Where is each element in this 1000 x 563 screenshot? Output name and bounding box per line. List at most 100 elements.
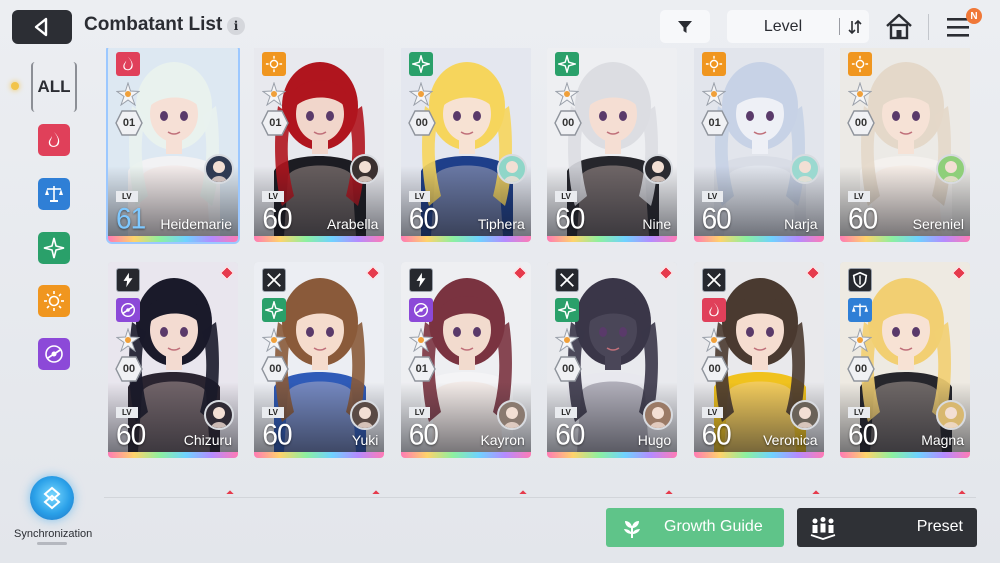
rank-value: 00 — [122, 363, 136, 375]
rank-badge: 00 — [847, 356, 875, 382]
rank-badge: 00 — [700, 356, 729, 382]
combatant-grid: 01 LV 61 Heidemarie 01 LV 60 Arabella 00… — [104, 48, 976, 494]
lightning-class-icon — [116, 268, 140, 292]
wind-element-icon — [262, 298, 287, 322]
wind-element-icon — [555, 52, 580, 76]
level-tag: LV — [555, 191, 577, 202]
vortex-element-icon — [45, 345, 63, 363]
combatant-card[interactable]: 00 LV 60 Magna — [840, 262, 970, 458]
combatant-card[interactable]: 00 LV 60 Sereniel — [840, 48, 970, 242]
synchronization-button[interactable]: Synchronization — [14, 470, 93, 554]
back-button[interactable] — [12, 10, 72, 44]
filter-icon — [678, 20, 692, 33]
fire-element-icon — [701, 298, 726, 322]
star-icon — [408, 82, 433, 106]
notification-badge: N — [966, 8, 982, 24]
level-tag: LV — [262, 191, 285, 202]
level-value: 60 — [408, 202, 439, 235]
partner-avatar — [204, 154, 234, 184]
sort-order-icon — [848, 19, 862, 34]
filter-all-button[interactable]: ALL — [31, 62, 77, 112]
rarity-bar — [400, 452, 531, 458]
combatant-card[interactable]: 01 LV 60 Kayron — [400, 262, 531, 458]
sync-orb — [30, 476, 74, 520]
filter-order-button[interactable] — [38, 178, 70, 210]
level-tag: LV — [701, 191, 724, 202]
rarity-bar — [547, 452, 678, 458]
partner-avatar — [936, 154, 966, 184]
level-value: 60 — [701, 202, 732, 235]
rarity-bar — [693, 236, 824, 242]
star-icon — [701, 82, 726, 106]
filter-void-button[interactable] — [38, 338, 70, 370]
sort-divider — [839, 18, 840, 35]
combatant-card[interactable]: 00 LV 60 Nine — [547, 48, 678, 242]
level-value: 60 — [848, 202, 878, 235]
partner-avatar — [643, 400, 674, 430]
next-row-indicator-icon — [956, 490, 968, 494]
combatant-card[interactable]: 00 LV 60 Hugo — [547, 262, 678, 458]
sync-label: Synchronization — [14, 528, 93, 540]
rarity-bar — [840, 236, 970, 242]
sync-sublabel-bar — [14, 542, 90, 546]
rarity-bar — [108, 236, 238, 242]
next-row-indicator-icon — [809, 490, 822, 494]
level-value: 60 — [555, 418, 585, 451]
preset-label: Preset — [916, 518, 963, 535]
partner-avatar — [643, 154, 674, 184]
star-icon — [262, 82, 287, 106]
rarity-bar — [254, 452, 385, 458]
rank-badge: 00 — [115, 356, 143, 382]
rank-value: 00 — [269, 363, 282, 375]
filter-wind-button[interactable] — [38, 232, 70, 264]
preset-button[interactable]: Preset — [797, 508, 977, 547]
combatant-card[interactable]: 00 LV 60 Veronica — [693, 262, 824, 458]
sync-icon — [43, 486, 61, 510]
home-button[interactable] — [882, 10, 916, 44]
level-value: 60 — [262, 202, 292, 235]
combatant-name: Sereniel — [912, 216, 964, 232]
sort-order-toggle[interactable] — [841, 10, 869, 43]
level-tag: LV — [116, 407, 138, 418]
rank-value: 01 — [269, 117, 282, 129]
rarity-bar — [693, 452, 824, 458]
next-row-indicator-icon — [370, 490, 383, 494]
swords-class-icon — [262, 268, 287, 292]
order-element-icon — [848, 298, 872, 322]
combatant-card[interactable]: 01 LV 61 Heidemarie — [108, 48, 238, 242]
sort-dropdown[interactable]: Level — [727, 10, 869, 43]
partner-avatar — [789, 400, 820, 430]
level-value: 60 — [116, 418, 146, 451]
growth-guide-label: Growth Guide — [664, 518, 763, 535]
light-element-icon — [262, 52, 287, 76]
void-element-icon — [116, 298, 140, 322]
rank-badge: 00 — [408, 110, 436, 136]
grid-bottom-divider — [104, 497, 976, 498]
combatant-card[interactable]: 00 LV 60 Chizuru — [108, 262, 238, 458]
growth-guide-button[interactable]: Growth Guide — [606, 508, 784, 547]
star-icon — [408, 328, 433, 352]
info-icon[interactable]: i — [227, 17, 245, 35]
rank-badge: 00 — [554, 110, 582, 136]
combatant-name: Magna — [921, 432, 964, 448]
combatant-card[interactable]: 01 LV 60 Arabella — [254, 48, 385, 242]
level-value: 60 — [701, 418, 732, 451]
rank-badge: 01 — [115, 110, 143, 136]
filter-fire-button[interactable] — [38, 124, 70, 156]
page-title: Combatant List — [84, 14, 223, 35]
combatant-card[interactable]: 00 LV 60 Yuki — [254, 262, 385, 458]
level-tag: LV — [848, 407, 870, 418]
level-tag: LV — [408, 407, 431, 418]
filter-light-button[interactable] — [38, 285, 70, 317]
filter-button[interactable] — [660, 10, 710, 43]
next-row-indicator-icon — [517, 490, 529, 494]
partner-avatar — [496, 400, 527, 430]
combatant-card[interactable]: 00 LV 60 Tiphera — [400, 48, 531, 242]
combatant-card[interactable]: 01 LV 60 Narja — [693, 48, 824, 242]
swords-class-icon — [701, 268, 726, 292]
star-icon — [116, 82, 140, 106]
combatant-name: Chizuru — [183, 432, 232, 448]
scales-element-icon — [45, 186, 63, 202]
rank-value: 01 — [708, 117, 721, 129]
fire-element-icon — [116, 52, 140, 76]
